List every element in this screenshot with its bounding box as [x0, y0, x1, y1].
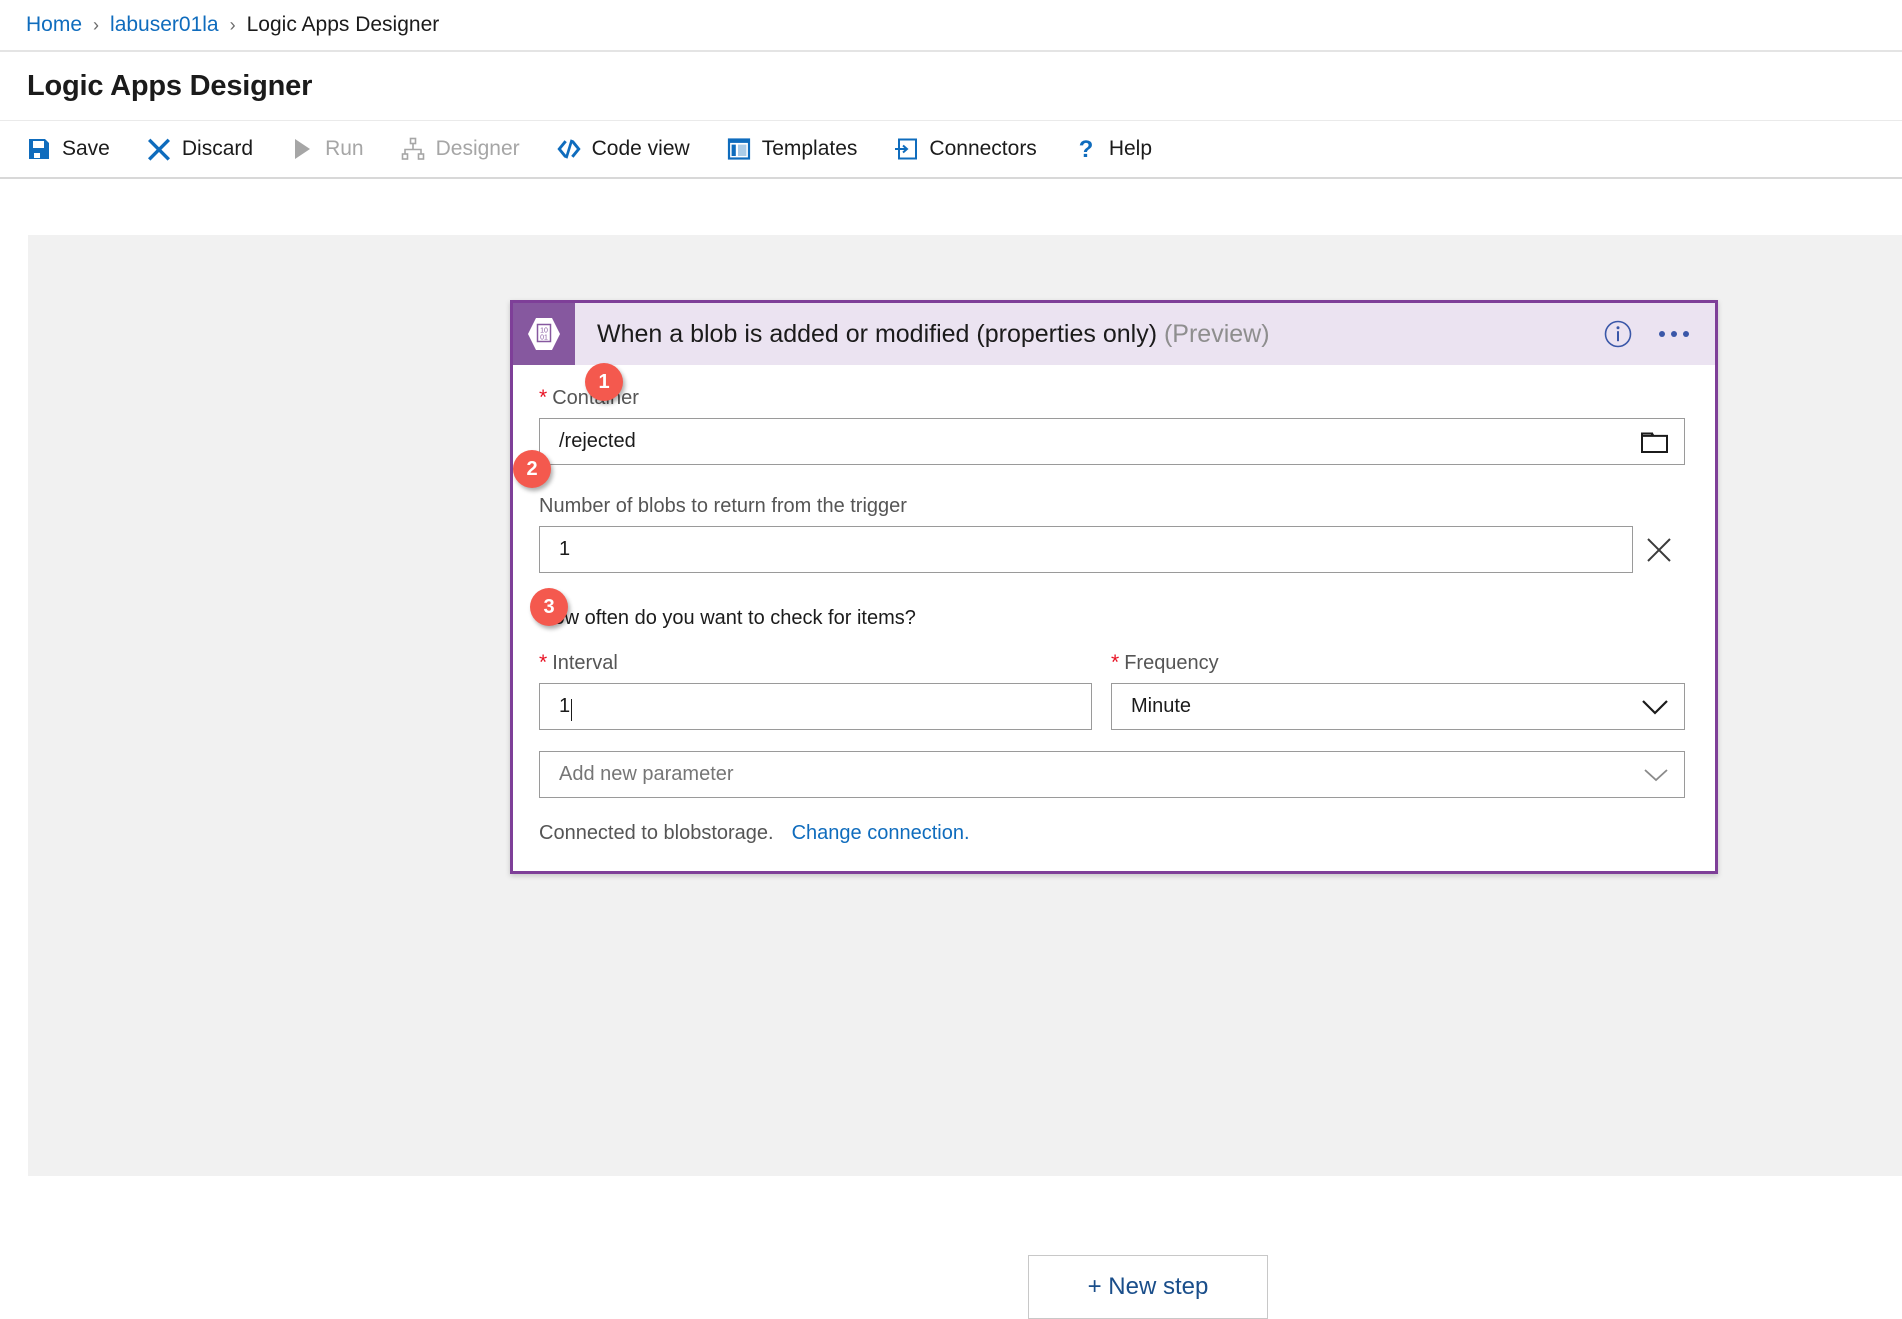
interval-field-label: * Interval [539, 652, 1092, 675]
run-button[interactable]: Run [289, 128, 378, 170]
connectors-icon [893, 136, 919, 162]
discard-x-icon [146, 136, 172, 162]
chevron-down-icon[interactable] [1630, 697, 1670, 717]
connection-status-row: Connected to blobstorage. Change connect… [539, 822, 1685, 845]
recurrence-row: * Interval 1 * Frequency Minute [539, 652, 1685, 730]
recurrence-question: How often do you want to check for items… [539, 607, 1685, 630]
interval-label-text: Interval [552, 652, 618, 675]
frequency-dropdown[interactable]: Minute [1111, 683, 1685, 730]
frequency-column: * Frequency Minute [1111, 652, 1685, 730]
chevron-down-icon[interactable] [1632, 766, 1670, 784]
container-input[interactable]: /rejected [539, 418, 1685, 465]
add-new-parameter-placeholder: Add new parameter [559, 763, 734, 786]
preview-tag: (Preview) [1164, 320, 1270, 348]
svg-text:01: 01 [540, 334, 548, 341]
connection-status-text: Connected to blobstorage. [539, 822, 774, 845]
breadcrumb-item-labuser01la[interactable]: labuser01la [110, 13, 219, 37]
page-title-bar: Logic Apps Designer [0, 52, 1902, 120]
discard-label: Discard [182, 137, 253, 161]
svg-text:10: 10 [540, 327, 548, 334]
container-label-text: Container [552, 387, 639, 410]
templates-button[interactable]: Templates [726, 128, 872, 170]
trigger-card-header: 10 01 When a blob is added or modified (… [513, 303, 1715, 365]
required-asterisk: * [539, 387, 547, 408]
required-asterisk: * [1111, 652, 1119, 673]
interval-input[interactable]: 1 [539, 683, 1092, 730]
container-field-label: * Container [539, 387, 1685, 410]
info-circle-icon[interactable] [1603, 319, 1633, 349]
frequency-label-text: Frequency [1124, 652, 1219, 675]
discard-button[interactable]: Discard [146, 128, 267, 170]
save-label: Save [62, 137, 110, 161]
trigger-card[interactable]: 10 01 When a blob is added or modified (… [510, 300, 1718, 874]
templates-icon [726, 136, 752, 162]
ellipsis-icon[interactable] [1659, 331, 1689, 337]
add-parameter-row: Add new parameter [539, 751, 1685, 798]
designer-button[interactable]: Designer [400, 128, 534, 170]
templates-label: Templates [762, 137, 858, 161]
container-value: /rejected [559, 430, 636, 453]
trigger-card-header-actions [1603, 319, 1715, 349]
designer-sitemap-icon [400, 136, 426, 162]
blob-storage-icon: 10 01 [513, 303, 575, 365]
save-button[interactable]: Save [26, 128, 124, 170]
run-label: Run [325, 137, 364, 161]
code-view-icon [556, 136, 582, 162]
command-bar: Save Discard Run Designer [0, 120, 1902, 179]
run-play-icon [289, 136, 315, 162]
help-question-icon: ? [1073, 136, 1099, 162]
designer-canvas: 10 01 When a blob is added or modified (… [28, 235, 1902, 1176]
change-connection-link[interactable]: Change connection. [792, 822, 970, 845]
code-view-label: Code view [592, 137, 690, 161]
add-new-parameter-dropdown[interactable]: Add new parameter [539, 751, 1685, 798]
interval-value: 1 [559, 695, 570, 718]
blob-count-input[interactable]: 1 [539, 526, 1633, 573]
designer-label: Designer [436, 137, 520, 161]
connectors-label: Connectors [929, 137, 1036, 161]
page-title: Logic Apps Designer [27, 70, 312, 103]
new-step-button[interactable]: + New step [1028, 1255, 1268, 1319]
trigger-card-title: When a blob is added or modified (proper… [597, 320, 1270, 349]
trigger-title-text: When a blob is added or modified (proper… [597, 320, 1157, 348]
help-button[interactable]: ? Help [1073, 128, 1166, 170]
blob-count-field-label: Number of blobs to return from the trigg… [539, 495, 1685, 518]
breadcrumb-item-current: Logic Apps Designer [247, 13, 440, 37]
required-asterisk: * [539, 652, 547, 673]
breadcrumb-separator-icon: › [93, 15, 99, 36]
code-view-button[interactable]: Code view [556, 128, 704, 170]
help-label: Help [1109, 137, 1152, 161]
svg-text:?: ? [1078, 137, 1093, 161]
frequency-field-label: * Frequency [1111, 652, 1685, 675]
save-icon [26, 136, 52, 162]
connectors-button[interactable]: Connectors [893, 128, 1050, 170]
blob-count-label-text: Number of blobs to return from the trigg… [539, 495, 907, 518]
folder-picker-icon[interactable] [1630, 429, 1670, 455]
breadcrumb-item-home[interactable]: Home [26, 13, 82, 37]
blob-count-input-row: 1 [539, 526, 1685, 573]
breadcrumb: Home › labuser01la › Logic Apps Designer [0, 0, 1902, 52]
interval-column: * Interval 1 [539, 652, 1092, 730]
container-input-row: /rejected [539, 418, 1685, 465]
clear-x-icon[interactable] [1633, 536, 1685, 564]
trigger-card-body: * Container /rejected Number of blobs to… [513, 365, 1715, 871]
frequency-value: Minute [1131, 695, 1191, 718]
breadcrumb-separator-icon: › [230, 15, 236, 36]
text-caret [571, 699, 572, 721]
blob-count-value: 1 [559, 538, 570, 561]
